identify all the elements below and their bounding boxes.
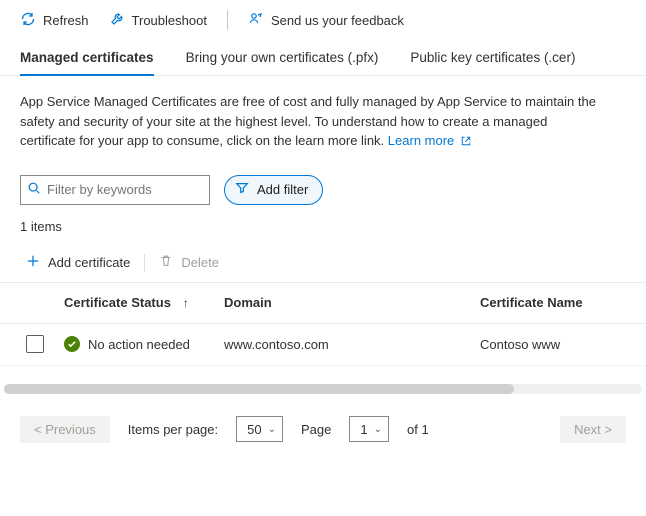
add-filter-button[interactable]: Add filter xyxy=(224,175,323,205)
troubleshoot-button[interactable]: Troubleshoot xyxy=(109,11,207,30)
troubleshoot-label: Troubleshoot xyxy=(132,13,207,28)
domain-text: www.contoso.com xyxy=(220,337,480,352)
description-text: App Service Managed Certificates are fre… xyxy=(0,76,620,161)
toolbar-separator xyxy=(227,10,228,30)
table-header: Certificate Status ↑ Domain Certificate … xyxy=(0,282,646,324)
external-link-icon xyxy=(460,133,472,153)
page-of-label: of 1 xyxy=(407,422,429,437)
page-select[interactable]: 1 ⌄ xyxy=(349,416,389,442)
status-success-icon xyxy=(64,336,80,352)
row-checkbox[interactable] xyxy=(26,335,44,353)
filter-input[interactable] xyxy=(47,182,223,197)
certificate-name-text: Contoso www xyxy=(480,337,626,352)
add-certificate-button[interactable]: Add certificate xyxy=(26,254,130,271)
refresh-icon xyxy=(20,11,36,30)
horizontal-scrollbar[interactable] xyxy=(4,384,642,394)
scrollbar-thumb[interactable] xyxy=(4,384,514,394)
filter-icon xyxy=(235,181,249,198)
add-certificate-label: Add certificate xyxy=(48,255,130,270)
status-text: No action needed xyxy=(88,337,190,352)
learn-more-link[interactable]: Learn more xyxy=(388,133,472,148)
filter-search[interactable] xyxy=(20,175,210,205)
column-status-label: Certificate Status xyxy=(64,295,171,310)
feedback-icon xyxy=(248,11,264,30)
add-filter-label: Add filter xyxy=(257,182,308,197)
item-count: 1 items xyxy=(0,209,646,240)
description-body: App Service Managed Certificates are fre… xyxy=(20,94,596,148)
column-domain[interactable]: Domain xyxy=(220,295,480,310)
page-label: Page xyxy=(301,422,331,437)
items-per-page-select[interactable]: 50 ⌄ xyxy=(236,416,283,442)
chevron-down-icon: ⌄ xyxy=(268,424,276,435)
refresh-button[interactable]: Refresh xyxy=(20,11,89,30)
previous-button: < Previous xyxy=(20,416,110,443)
certificates-table: Certificate Status ↑ Domain Certificate … xyxy=(0,282,646,366)
table-row[interactable]: No action needed www.contoso.com Contoso… xyxy=(0,324,646,366)
tab-bring-your-own[interactable]: Bring your own certificates (.pfx) xyxy=(186,44,379,75)
feedback-label: Send us your feedback xyxy=(271,13,404,28)
wrench-icon xyxy=(109,11,125,30)
trash-icon xyxy=(159,254,173,271)
feedback-button[interactable]: Send us your feedback xyxy=(248,11,404,30)
page-value: 1 xyxy=(360,422,367,437)
next-button: Next > xyxy=(560,416,626,443)
learn-more-label: Learn more xyxy=(388,133,454,148)
search-icon xyxy=(27,181,41,198)
delete-button: Delete xyxy=(159,254,219,271)
plus-icon xyxy=(26,254,40,271)
items-per-page-value: 50 xyxy=(247,422,261,437)
refresh-label: Refresh xyxy=(43,13,89,28)
column-name[interactable]: Certificate Name xyxy=(480,295,626,310)
column-status[interactable]: Certificate Status ↑ xyxy=(64,295,220,310)
chevron-down-icon: ⌄ xyxy=(374,424,382,435)
items-per-page-label: Items per page: xyxy=(128,422,218,437)
tab-public-key[interactable]: Public key certificates (.cer) xyxy=(410,44,575,75)
action-separator xyxy=(144,254,145,272)
tab-managed-certificates[interactable]: Managed certificates xyxy=(20,44,154,75)
sort-ascending-icon: ↑ xyxy=(183,296,189,310)
delete-label: Delete xyxy=(181,255,219,270)
